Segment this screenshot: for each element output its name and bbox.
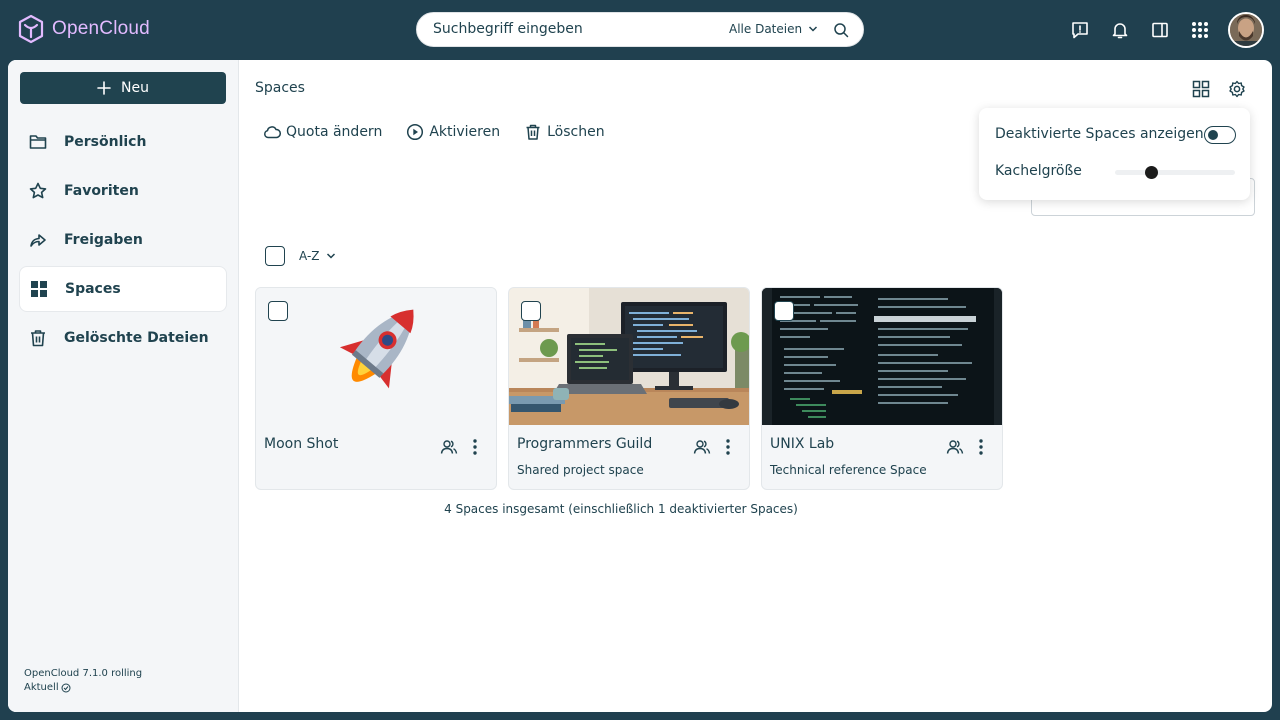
sidebar-item-label: Favoriten: [64, 183, 139, 199]
change-quota-button[interactable]: Quota ändern: [263, 123, 382, 141]
sidebar: Neu Persönlich Favoriten Freigaben Space…: [8, 60, 239, 712]
plus-icon: [97, 81, 111, 95]
terminal-photo: [762, 288, 1002, 425]
search-bar: Alle Dateien: [416, 12, 864, 47]
space-name: UNIX Lab: [770, 436, 835, 452]
space-thumbnail: [762, 288, 1002, 425]
tile-size-label: Kachelgröße: [995, 163, 1082, 179]
new-button-label: Neu: [121, 80, 149, 96]
trash-icon: [526, 124, 540, 140]
feedback-icon: [1072, 22, 1088, 39]
sidebar-item-label: Spaces: [65, 281, 121, 297]
slider-handle[interactable]: [1144, 166, 1158, 179]
app-name: OpenCloud: [52, 18, 150, 39]
show-disabled-label: Deaktivierte Spaces anzeigen: [995, 126, 1204, 142]
more-vertical-icon[interactable]: [468, 437, 482, 457]
delete-button[interactable]: Löschen: [524, 123, 605, 141]
show-disabled-toggle[interactable]: [1204, 126, 1236, 144]
opencloud-logo-icon: [18, 14, 44, 44]
sort-bar: A-Z: [265, 246, 336, 266]
main-panel: Neu Persönlich Favoriten Freigaben Space…: [8, 60, 1272, 712]
members-icon[interactable]: [693, 438, 711, 456]
cloud-icon: [264, 126, 281, 139]
toggle-sidebar-button[interactable]: [1140, 10, 1180, 50]
spaces-total-count: 4 Spaces insgesamt (einschließlich 1 dea…: [444, 502, 798, 516]
version-status: Aktuell: [24, 682, 59, 693]
content-area: Spaces Quota ändern Aktivieren Löschen D…: [239, 60, 1272, 712]
space-name: Moon Shot: [264, 436, 339, 452]
sidebar-nav: Persönlich Favoriten Freigaben Spaces Ge…: [19, 119, 227, 364]
sidebar-panel-icon: [1152, 22, 1168, 38]
chevron-down-icon: [809, 26, 818, 32]
view-settings-button[interactable]: [1226, 78, 1248, 100]
space-thumbnail: [256, 288, 496, 425]
sidebar-item-label: Freigaben: [64, 232, 143, 248]
desk-photo: [509, 288, 749, 425]
breadcrumb[interactable]: Spaces: [255, 80, 305, 96]
view-mode-button[interactable]: [1190, 78, 1212, 100]
search-icon[interactable]: [833, 22, 849, 38]
view-settings-popover: Deaktivierte Spaces anzeigen Kachelgröße: [979, 108, 1250, 200]
notifications-button[interactable]: [1100, 10, 1140, 50]
action-label: Löschen: [547, 124, 605, 140]
rocket-icon: [339, 309, 414, 389]
space-tile[interactable]: Moon Shot: [255, 287, 497, 490]
spaces-grid: Moon Shot Programmers Guild Shared proje…: [255, 287, 1003, 490]
tile-view-icon: [1192, 80, 1210, 98]
space-tile[interactable]: Programmers Guild Shared project space: [508, 287, 750, 490]
logo[interactable]: OpenCloud: [18, 14, 150, 44]
top-icons: [1060, 10, 1264, 50]
select-all-checkbox[interactable]: [265, 246, 285, 266]
search-scope-dropdown[interactable]: Alle Dateien: [729, 22, 818, 36]
space-checkbox[interactable]: [521, 301, 541, 321]
avatar[interactable]: [1228, 12, 1264, 48]
trash-icon: [31, 330, 45, 347]
search-scope-label: Alle Dateien: [729, 22, 803, 36]
sidebar-item-label: Persönlich: [64, 134, 147, 150]
sidebar-item-shares[interactable]: Freigaben: [19, 217, 227, 263]
space-checkbox[interactable]: [268, 301, 288, 321]
sidebar-item-trash[interactable]: Gelöschte Dateien: [19, 315, 227, 361]
play-circle-icon: [407, 123, 424, 141]
bell-icon: [1112, 23, 1128, 39]
space-description: Technical reference Space: [770, 463, 927, 477]
check-circle-icon: [61, 683, 71, 693]
share-arrow-icon: [30, 234, 46, 247]
feedback-button[interactable]: [1060, 10, 1100, 50]
sidebar-item-spaces[interactable]: Spaces: [19, 266, 227, 312]
space-checkbox[interactable]: [774, 301, 794, 321]
spaces-grid-icon: [31, 281, 47, 297]
search-input[interactable]: [433, 21, 723, 37]
batch-actions: Quota ändern Aktivieren Löschen: [263, 123, 605, 141]
sidebar-item-personal[interactable]: Persönlich: [19, 119, 227, 165]
folder-icon: [29, 135, 47, 149]
sidebar-item-label: Gelöschte Dateien: [64, 330, 209, 346]
gear-icon: [1229, 80, 1245, 98]
version-text: OpenCloud 7.1.0 rolling: [24, 668, 143, 679]
action-label: Aktivieren: [429, 124, 501, 140]
sidebar-item-favorites[interactable]: Favoriten: [19, 168, 227, 214]
more-vertical-icon[interactable]: [721, 437, 735, 457]
new-button[interactable]: Neu: [20, 72, 226, 104]
star-icon: [29, 182, 47, 199]
top-bar: OpenCloud Alle Dateien: [0, 0, 1280, 60]
version-info: OpenCloud 7.1.0 rolling Aktuell: [24, 667, 142, 695]
space-thumbnail: [509, 288, 749, 425]
space-description: Shared project space: [517, 463, 644, 477]
sort-dropdown[interactable]: A-Z: [299, 249, 336, 263]
chevron-down-icon: [326, 253, 335, 259]
more-vertical-icon[interactable]: [974, 437, 988, 457]
space-tile[interactable]: UNIX Lab Technical reference Space: [761, 287, 1003, 490]
members-icon[interactable]: [946, 438, 964, 456]
avatar-photo: [1230, 14, 1262, 46]
sort-label: A-Z: [299, 249, 320, 263]
activate-button[interactable]: Aktivieren: [406, 123, 500, 141]
tile-size-slider[interactable]: [1115, 166, 1235, 179]
action-label: Quota ändern: [286, 124, 383, 140]
app-grid-icon: [1192, 22, 1208, 38]
members-icon[interactable]: [440, 438, 458, 456]
app-switcher-button[interactable]: [1180, 10, 1220, 50]
space-name: Programmers Guild: [517, 436, 653, 452]
